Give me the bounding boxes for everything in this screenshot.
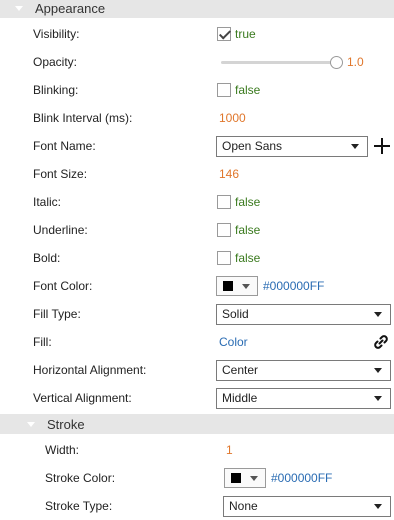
visibility-row: Visibility: true xyxy=(0,20,394,48)
stroke-width-row: Width: 1 xyxy=(0,436,394,464)
font-name-value: Open Sans xyxy=(222,139,283,153)
collapse-triangle-icon[interactable] xyxy=(15,5,23,11)
font-color-swatch xyxy=(223,281,233,291)
underline-value: false xyxy=(235,223,261,237)
stroke-type-row: Stroke Type: None xyxy=(0,492,394,520)
bold-row: Bold: false xyxy=(0,244,394,272)
font-color-row: Font Color: #000000FF xyxy=(0,272,394,300)
horizontal-alignment-row: Horizontal Alignment: Center xyxy=(0,356,394,384)
stroke-title: Stroke xyxy=(47,416,85,432)
vertical-alignment-row: Vertical Alignment: Middle xyxy=(0,384,394,412)
chevron-down-icon xyxy=(374,504,382,509)
collapse-triangle-icon[interactable] xyxy=(27,421,35,427)
stroke-section-header[interactable]: Stroke xyxy=(0,414,394,434)
underline-label: Underline: xyxy=(33,223,88,237)
visibility-checkbox[interactable] xyxy=(217,27,231,41)
chevron-down-icon xyxy=(374,312,382,317)
chevron-down-icon xyxy=(242,284,250,289)
stroke-type-value: None xyxy=(229,499,258,513)
horizontal-alignment-select[interactable]: Center xyxy=(216,360,391,381)
underline-row: Underline: false xyxy=(0,216,394,244)
opacity-label: Opacity: xyxy=(33,55,78,69)
italic-checkbox[interactable] xyxy=(217,195,231,209)
chevron-down-icon xyxy=(374,396,382,401)
blink-interval-value[interactable]: 1000 xyxy=(219,104,246,132)
visibility-label: Visibility: xyxy=(33,27,80,41)
blink-interval-label: Blink Interval (ms): xyxy=(33,111,133,125)
bold-label: Bold: xyxy=(33,251,61,265)
bold-value: false xyxy=(235,251,261,265)
opacity-row: Opacity: 1.0 xyxy=(0,48,394,76)
fill-type-row: Fill Type: Solid xyxy=(0,300,394,328)
vertical-alignment-select[interactable]: Middle xyxy=(216,388,391,409)
fill-value[interactable]: Color xyxy=(219,328,248,356)
visibility-value: true xyxy=(235,27,256,41)
underline-checkbox[interactable] xyxy=(217,223,231,237)
font-size-row: Font Size: 146 xyxy=(0,160,394,188)
blinking-value: false xyxy=(235,83,261,97)
bold-checkbox[interactable] xyxy=(217,251,231,265)
blinking-row: Blinking: false xyxy=(0,76,394,104)
font-size-value[interactable]: 146 xyxy=(219,160,239,188)
stroke-width-value[interactable]: 1 xyxy=(226,436,233,464)
blink-interval-row: Blink Interval (ms): 1000 xyxy=(0,104,394,132)
opacity-slider-thumb[interactable] xyxy=(330,56,343,69)
plus-icon[interactable] xyxy=(374,138,390,154)
stroke-color-swatch xyxy=(231,473,241,483)
chevron-down-icon xyxy=(351,144,359,149)
font-name-label: Font Name: xyxy=(33,139,96,153)
opacity-value: 1.0 xyxy=(347,55,364,69)
stroke-color-value: #000000FF xyxy=(271,471,333,485)
chevron-down-icon xyxy=(374,368,382,373)
font-name-row: Font Name: Open Sans xyxy=(0,132,394,160)
appearance-title: Appearance xyxy=(35,0,106,16)
fill-row: Fill: Color xyxy=(0,328,394,356)
font-size-label: Font Size: xyxy=(33,167,88,181)
appearance-section-header[interactable]: Appearance xyxy=(0,0,394,18)
horizontal-alignment-value: Center xyxy=(222,363,259,377)
blinking-label: Blinking: xyxy=(33,83,79,97)
italic-row: Italic: false xyxy=(0,188,394,216)
stroke-type-label: Stroke Type: xyxy=(45,499,113,513)
italic-value: false xyxy=(235,195,261,209)
font-color-picker[interactable] xyxy=(216,276,258,296)
chevron-down-icon xyxy=(250,476,258,481)
fill-type-label: Fill Type: xyxy=(33,307,81,321)
stroke-color-label: Stroke Color: xyxy=(45,471,116,485)
stroke-width-label: Width: xyxy=(45,443,80,457)
stroke-color-row: Stroke Color: #000000FF xyxy=(0,464,394,492)
vertical-alignment-value: Middle xyxy=(222,391,258,405)
stroke-type-select[interactable]: None xyxy=(223,496,391,517)
font-color-value: #000000FF xyxy=(263,279,325,293)
fill-type-select[interactable]: Solid xyxy=(216,304,391,325)
vertical-alignment-label: Vertical Alignment: xyxy=(33,391,132,405)
font-name-select[interactable]: Open Sans xyxy=(216,136,368,157)
link-icon[interactable] xyxy=(373,334,389,350)
horizontal-alignment-label: Horizontal Alignment: xyxy=(33,363,147,377)
fill-type-value: Solid xyxy=(222,307,249,321)
opacity-slider-track[interactable] xyxy=(221,61,343,64)
blinking-checkbox[interactable] xyxy=(217,83,231,97)
italic-label: Italic: xyxy=(33,195,62,209)
fill-label: Fill: xyxy=(33,335,52,349)
stroke-color-picker[interactable] xyxy=(224,468,266,488)
font-color-label: Font Color: xyxy=(33,279,93,293)
